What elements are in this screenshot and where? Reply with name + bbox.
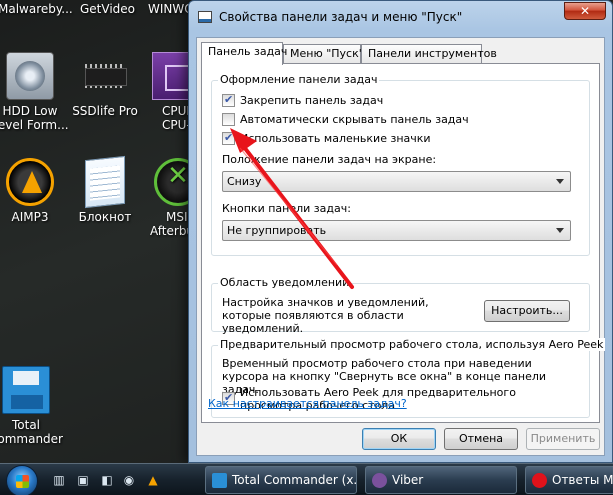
apply-button[interactable]: Применить [526, 428, 600, 450]
quicklaunch-icon-3[interactable]: ◧ [100, 473, 114, 487]
desktop-label-winwo[interactable]: WINWO [148, 2, 194, 16]
lock-taskbar-checkbox[interactable]: Закрепить панель задач [222, 93, 383, 107]
aimp-icon [6, 158, 54, 206]
opera-icon [532, 473, 547, 488]
tab-start-menu[interactable]: Меню "Пуск" [283, 44, 364, 64]
desktop-icon-hdd-low-level-format[interactable]: HDD Low Level Form... [0, 52, 70, 132]
tab-taskbar[interactable]: Панель задач [201, 42, 287, 65]
close-button[interactable]: ✕ [564, 2, 606, 20]
small-icons-checkbox[interactable]: Использовать маленькие значки [222, 131, 431, 145]
desktop-icon-notepad[interactable]: Блокнот [65, 155, 145, 224]
hdd-icon [6, 52, 54, 100]
task-otvety-mail[interactable]: Ответы Ма... [525, 466, 613, 494]
checkbox-checked-icon [222, 93, 235, 107]
desktop-icon-msi-afterburner[interactable]: MSI Afterbu... [140, 158, 202, 238]
window-titlebar[interactable]: Свойства панели задач и меню "Пуск" ✕ [189, 1, 612, 35]
quicklaunch-icon-4[interactable]: ◉ [122, 473, 136, 487]
desktop-label-malwarebytes[interactable]: Malwareby... [0, 2, 73, 16]
aimp-quicklaunch-icon[interactable]: ▲ [146, 473, 160, 487]
desktop-icon-total-commander[interactable]: Total Commander [0, 366, 66, 446]
group-appearance: Оформление панели задач Закрепить панель… [211, 73, 590, 256]
total-commander-icon [212, 473, 227, 488]
taskbar-properties-icon [198, 11, 212, 23]
group-title-appearance: Оформление панели задач [218, 73, 380, 86]
desktop-icon-cpuid[interactable]: CPUI CPU-... [140, 52, 200, 132]
viber-icon [372, 473, 387, 488]
tab-panel-taskbar: Оформление панели задач Закрепить панель… [201, 63, 606, 423]
window-title: Свойства панели задач и меню "Пуск" [219, 10, 463, 24]
autohide-taskbar-checkbox[interactable]: Автоматически скрывать панель задач [222, 113, 469, 126]
position-label: Положение панели задач на экране: [222, 153, 437, 166]
desktop-icon-ssdlife-pro[interactable]: SSDlife Pro [65, 52, 145, 118]
task-viber[interactable]: Viber [365, 466, 517, 494]
buttons-grouping-select[interactable]: Не группировать [222, 220, 571, 241]
taskbar: ▥ ▣ ◧ ◉ ▲ Total Commander (x... Viber От… [0, 463, 613, 495]
notepad-icon [85, 155, 125, 209]
notification-description: Настройка значков и уведомлений, которые… [222, 296, 429, 335]
task-total-commander[interactable]: Total Commander (x... [205, 466, 357, 494]
position-select[interactable]: Снизу [222, 171, 571, 192]
quicklaunch-icon-1[interactable]: ▥ [52, 473, 66, 487]
chevron-down-icon [556, 179, 564, 184]
customize-button[interactable]: Настроить... [484, 300, 570, 322]
group-title-notification-area: Область уведомлений [218, 276, 352, 289]
desktop-label-getvideo[interactable]: GetVideo [80, 2, 135, 16]
memory-chip-icon [81, 52, 129, 100]
window-client: Панель задач Меню "Пуск" Панели инструме… [196, 37, 606, 456]
checkbox-checked-icon [222, 131, 235, 145]
group-notification-area: Область уведомлений Настройка значков и … [211, 276, 590, 335]
close-icon: ✕ [579, 4, 591, 18]
quicklaunch-icon-2[interactable]: ▣ [76, 473, 90, 487]
taskbar-properties-window: Свойства панели задач и меню "Пуск" ✕ Па… [188, 0, 613, 463]
cancel-button[interactable]: Отмена [444, 428, 518, 450]
desktop-icon-aimp3[interactable]: AIMP3 [0, 158, 70, 224]
total-commander-icon [2, 366, 50, 414]
start-button[interactable] [6, 465, 38, 495]
checkbox-unchecked-icon [222, 113, 235, 126]
tab-toolbars[interactable]: Панели инструментов [361, 44, 497, 64]
chevron-down-icon [556, 228, 564, 233]
buttons-label: Кнопки панели задач: [222, 202, 351, 215]
group-title-aero-peek: Предварительный просмотр рабочего стола,… [218, 338, 606, 351]
ok-button[interactable]: ОК [362, 428, 436, 450]
help-link[interactable]: Как настраивается панель задач? [208, 397, 407, 410]
